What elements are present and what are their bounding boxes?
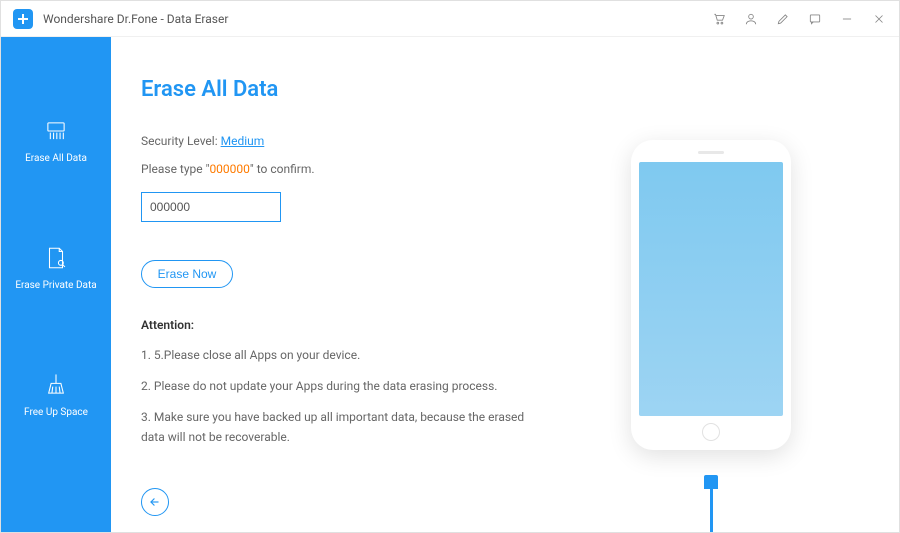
close-icon[interactable] — [871, 11, 887, 27]
sidebar-label: Erase Private Data — [15, 280, 96, 291]
phone-graphic — [631, 140, 791, 450]
titlebar: Wondershare Dr.Fone - Data Eraser — [1, 1, 899, 37]
page-heading: Erase All Data — [141, 77, 581, 102]
document-lock-icon — [42, 244, 70, 272]
user-icon[interactable] — [743, 11, 759, 27]
phone-screen — [639, 162, 783, 416]
confirm-instruction: Please type "000000" to confirm. — [141, 162, 581, 176]
content: Erase All Data Security Level: Medium Pl… — [141, 77, 581, 512]
sidebar-label: Free Up Space — [24, 407, 88, 418]
app-logo — [13, 9, 33, 29]
security-level-link[interactable]: Medium — [221, 134, 265, 148]
body: Erase All Data Erase Private Data Free U… — [1, 37, 899, 532]
sidebar-item-erase-all[interactable]: Erase All Data — [1, 97, 111, 184]
phone-speaker — [698, 151, 724, 154]
confirm-input[interactable] — [141, 192, 281, 222]
confirm-code: 000000 — [209, 162, 249, 176]
security-level-label: Security Level: — [141, 134, 221, 148]
app-title: Wondershare Dr.Fone - Data Eraser — [43, 12, 711, 26]
sidebar-label: Erase All Data — [25, 153, 87, 164]
attention-note-2: 2. Please do not update your Apps during… — [141, 377, 541, 396]
attention-note-1: 1. 5.Please close all Apps on your devic… — [141, 346, 541, 365]
cart-icon[interactable] — [711, 11, 727, 27]
attention-heading: Attention: — [141, 318, 581, 332]
edit-icon[interactable] — [775, 11, 791, 27]
app-window: Wondershare Dr.Fone - Data Eraser — [0, 0, 900, 533]
usb-cable-graphic — [703, 475, 719, 532]
sidebar-item-free-space[interactable]: Free Up Space — [1, 351, 111, 438]
sidebar-item-erase-private[interactable]: Erase Private Data — [1, 224, 111, 311]
back-button[interactable] — [141, 488, 169, 516]
phone-home-button — [702, 423, 720, 441]
feedback-icon[interactable] — [807, 11, 823, 27]
minimize-icon[interactable] — [839, 11, 855, 27]
security-level-row: Security Level: Medium — [141, 134, 581, 148]
titlebar-actions — [711, 11, 887, 27]
attention-note-3: 3. Make sure you have backed up all impo… — [141, 408, 541, 446]
main-panel: Erase All Data Security Level: Medium Pl… — [111, 37, 899, 532]
device-illustration — [581, 77, 841, 512]
broom-icon — [42, 371, 70, 399]
erase-now-button[interactable]: Erase Now — [141, 260, 233, 288]
shredder-icon — [42, 117, 70, 145]
sidebar: Erase All Data Erase Private Data Free U… — [1, 37, 111, 532]
